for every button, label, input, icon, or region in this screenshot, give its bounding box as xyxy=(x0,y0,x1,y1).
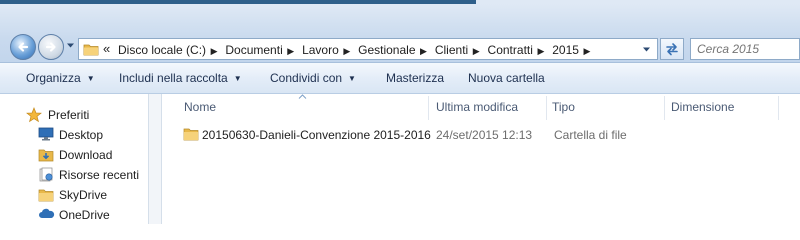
command-bar: Organizza ▼ Includi nella raccolta ▼ Condi… xyxy=(0,63,800,94)
nav-item-favorites[interactable]: Preferiti xyxy=(0,105,148,125)
crumb-separator-icon[interactable]: ▶ xyxy=(580,46,594,57)
crumb-separator-icon[interactable]: ▶ xyxy=(534,46,548,57)
folder-icon xyxy=(183,128,199,141)
crumb-separator-icon[interactable]: ▶ xyxy=(207,46,221,57)
nav-item-download[interactable]: Download xyxy=(0,145,148,165)
column-header-type[interactable]: Tipo xyxy=(548,94,664,120)
chevron-down-icon: ▼ xyxy=(233,74,242,83)
breadcrumb: Disco locale (C:) ▶ Documenti ▶ Lavoro ▶ Ge… xyxy=(117,43,594,57)
forward-button[interactable] xyxy=(38,34,64,60)
address-dropdown-icon[interactable] xyxy=(642,46,651,53)
address-bar[interactable]: « Disco locale (C:) ▶ Documenti ▶ Lavoro ▶ … xyxy=(78,38,658,60)
refresh-button[interactable] xyxy=(660,38,684,60)
nav-item-label: Desktop xyxy=(59,128,104,142)
search-box[interactable] xyxy=(690,38,800,60)
column-header-name[interactable]: Nome xyxy=(162,94,430,120)
column-label: Dimensione xyxy=(671,100,735,114)
folder-icon xyxy=(38,189,54,202)
include-library-label: Includi nella raccolta xyxy=(119,71,228,85)
crumb-separator-icon[interactable]: ▶ xyxy=(284,46,298,57)
column-separator[interactable] xyxy=(664,96,665,120)
file-modified: 24/set/2015 12:13 xyxy=(436,128,533,142)
column-label: Nome xyxy=(184,100,217,114)
back-arrow-icon xyxy=(18,42,29,52)
crumb-clienti[interactable]: Clienti xyxy=(434,43,469,57)
nav-item-label: SkyDrive xyxy=(59,188,108,202)
file-name: 20150630-Danieli-Convenzione 2015-2016 xyxy=(202,128,431,142)
nav-item-desktop[interactable]: Desktop xyxy=(0,125,148,145)
forward-arrow-icon xyxy=(45,42,56,52)
crumb-contratti[interactable]: Contratti xyxy=(487,43,534,57)
crumb-documenti[interactable]: Documenti xyxy=(224,43,283,57)
crumb-separator-icon[interactable]: ▶ xyxy=(469,46,483,57)
column-label: Tipo xyxy=(552,100,575,114)
column-header-size[interactable]: Dimensione xyxy=(666,94,778,120)
refresh-icon xyxy=(666,43,678,56)
crumb-separator-icon[interactable]: ▶ xyxy=(340,46,354,57)
burn-button[interactable]: Masterizza xyxy=(386,71,444,85)
nav-item-recent-places[interactable]: Risorse recenti xyxy=(0,165,148,185)
table-row[interactable]: 20150630-Danieli-Convenzione 2015-2016 2… xyxy=(180,124,780,146)
column-header-modified[interactable]: Ultima modifica xyxy=(430,94,546,120)
back-button[interactable] xyxy=(10,34,36,60)
column-separator[interactable] xyxy=(778,96,779,120)
crumb-2015[interactable]: 2015 xyxy=(551,43,580,57)
chevron-down-icon: ▼ xyxy=(348,74,356,83)
file-list: Nome Ultima modifica Tipo Dimensione 201… xyxy=(162,94,800,224)
overflow-crumbs[interactable]: « xyxy=(103,41,110,56)
share-label: Condividi con xyxy=(270,71,343,85)
column-separator[interactable] xyxy=(546,96,547,120)
nav-item-skydrive[interactable]: SkyDrive xyxy=(0,185,148,205)
column-label: Ultima modifica xyxy=(436,100,519,114)
desktop-icon xyxy=(38,127,54,141)
explorer-window: « Disco locale (C:) ▶ Documenti ▶ Lavoro ▶ … xyxy=(0,0,800,224)
crumb-disco-locale[interactable]: Disco locale (C:) xyxy=(117,43,207,57)
crumb-separator-icon[interactable]: ▶ xyxy=(417,46,431,57)
new-folder-button[interactable]: Nuova cartella xyxy=(468,71,545,85)
share-with-button[interactable]: Condividi con ▼ xyxy=(270,71,356,85)
file-type: Cartella di file xyxy=(554,128,627,142)
nav-item-onedrive[interactable]: OneDrive xyxy=(0,205,148,224)
crumb-gestionale[interactable]: Gestionale xyxy=(357,43,416,57)
column-separator[interactable] xyxy=(428,96,429,120)
chevron-down-icon: ▼ xyxy=(86,74,95,83)
recent-places-icon xyxy=(39,167,53,182)
nav-item-label: Risorse recenti xyxy=(59,168,140,182)
favorites-label: Preferiti xyxy=(48,108,90,122)
folder-icon xyxy=(83,44,99,56)
star-icon xyxy=(26,107,42,123)
include-in-library-button[interactable]: Includi nella raccolta ▼ xyxy=(119,71,242,85)
download-folder-icon xyxy=(38,149,54,162)
navigation-pane: Preferiti Desktop Download Risorse recen… xyxy=(0,94,148,224)
pane-splitter[interactable] xyxy=(148,94,162,224)
nav-item-label: OneDrive xyxy=(59,208,110,222)
organize-menu-button[interactable]: Organizza ▼ xyxy=(26,71,95,85)
cloud-icon xyxy=(39,208,55,218)
search-input[interactable] xyxy=(697,42,793,56)
crumb-lavoro[interactable]: Lavoro xyxy=(301,43,340,57)
recent-pages-dropdown-icon[interactable] xyxy=(66,42,75,49)
nav-item-label: Download xyxy=(59,148,113,162)
organize-label: Organizza xyxy=(26,71,81,85)
navigation-bar: « Disco locale (C:) ▶ Documenti ▶ Lavoro ▶ … xyxy=(0,4,800,63)
